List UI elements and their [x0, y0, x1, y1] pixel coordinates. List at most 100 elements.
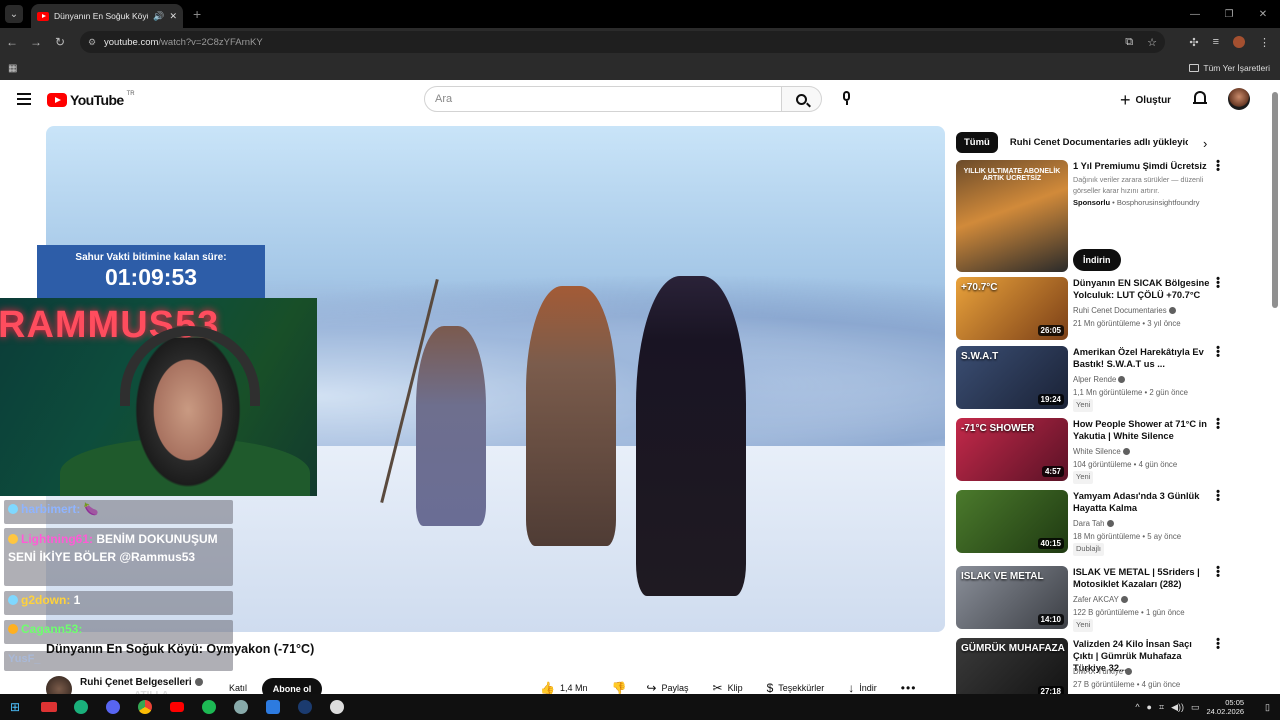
search-input[interactable]: Ara	[424, 86, 782, 112]
video-thumbnail[interactable]: GÜMRÜK MUHAFAZA 27:18	[956, 638, 1068, 701]
more-actions-icon[interactable]: •••	[901, 681, 917, 695]
search-placeholder: Ara	[435, 93, 453, 105]
video-title[interactable]: Dünyanın EN SICAK Bölgesine Yolculuk: LU…	[1073, 277, 1213, 301]
video-badge: Yeni	[1073, 471, 1094, 484]
video-title[interactable]: How People Shower at 71°C in Yakutia | W…	[1073, 418, 1213, 442]
taskbar-app-icon[interactable]	[324, 697, 350, 717]
clock-date: 24.02.2026	[1206, 707, 1245, 716]
reload-icon[interactable]: ↻	[48, 35, 72, 49]
ad-title[interactable]: 1 Yıl Premiumu Şimdi Ücretsiz	[1073, 160, 1213, 172]
sponsored-ad[interactable]: YILLIK ULTIMATE ABONELİK ARTIK ÜCRETSİZ …	[956, 160, 1266, 272]
tab-close-icon[interactable]: ✕	[169, 11, 177, 22]
more-options-icon[interactable]	[1215, 277, 1221, 289]
youtube-logo[interactable]: YouTube TR	[47, 91, 135, 108]
page-scrollbar[interactable]	[1272, 92, 1278, 308]
bookmark-star-icon[interactable]: ☆	[1147, 36, 1157, 49]
join-button[interactable]: Katıl	[229, 683, 247, 693]
channel-name[interactable]: Dara Tah	[1073, 519, 1105, 528]
chrome-icon[interactable]	[132, 697, 158, 717]
video-thumbnail[interactable]: ISLAK VE METAL 14:10	[956, 566, 1068, 629]
windows-start-icon[interactable]: ⊞	[10, 700, 30, 714]
video-thumbnail[interactable]: 40:15	[956, 490, 1068, 553]
recommended-video[interactable]: ISLAK VE METAL 14:10 ISLAK VE METAL | 5Sri…	[956, 566, 1266, 632]
share-button[interactable]: ↪ Paylaş	[646, 681, 688, 695]
download-button[interactable]: ↓ İndir	[848, 681, 877, 695]
cast-icon[interactable]: ⧉	[1125, 36, 1133, 49]
keyboard-icon[interactable]: ▭	[1191, 702, 1200, 713]
media-control-icon[interactable]: ≡	[1213, 36, 1219, 48]
forward-icon[interactable]: →	[24, 35, 48, 49]
channel-name[interactable]: Ruhi Cenet Documentaries	[1073, 306, 1167, 315]
more-options-icon[interactable]	[1215, 566, 1221, 578]
like-button[interactable]: 👍 1,4 Mn	[540, 681, 587, 695]
clock[interactable]: 05:05 24.02.2026	[1207, 698, 1245, 716]
browser-menu-icon[interactable]: ⋮	[1259, 36, 1270, 49]
video-thumbnail[interactable]: +70.7°C 26:05	[956, 277, 1068, 340]
taskbar-app-icon[interactable]	[260, 697, 286, 717]
more-options-icon[interactable]	[1215, 418, 1221, 430]
spotify-icon[interactable]	[196, 697, 222, 717]
recommended-video[interactable]: +70.7°C 26:05 Dünyanın EN SICAK Bölgesine …	[956, 277, 1266, 340]
video-duration: 4:57	[1041, 466, 1064, 477]
channel-name[interactable]: White Silence	[1073, 447, 1121, 456]
video-title[interactable]: Yamyam Adası'nda 3 Günlük Hayatta Kalma	[1073, 490, 1213, 514]
clip-button[interactable]: ✂ Klip	[713, 681, 743, 695]
thanks-button[interactable]: $ Teşekkürler	[767, 681, 825, 695]
ad-thumbnail[interactable]: YILLIK ULTIMATE ABONELİK ARTIK ÜCRETSİZ	[956, 160, 1068, 272]
channel-name[interactable]: Zafer AKCAY	[1073, 595, 1119, 604]
new-tab-icon[interactable]: +	[193, 6, 201, 22]
more-options-icon[interactable]	[1215, 638, 1221, 650]
back-icon[interactable]: ←	[0, 35, 24, 49]
chip-uploader[interactable]: Ruhi Cenet Documentaries adlı yükleyicid…	[1010, 137, 1188, 148]
menu-hamburger-icon[interactable]	[17, 93, 31, 108]
volume-icon[interactable]: ◀))	[1171, 702, 1184, 713]
account-avatar[interactable]	[1228, 88, 1250, 110]
steam-icon[interactable]	[292, 697, 318, 717]
network-icon[interactable]: ⌗	[1159, 702, 1164, 713]
search-button[interactable]	[782, 86, 822, 112]
minimize-icon[interactable]: —	[1178, 9, 1212, 20]
tray-chevron-icon[interactable]: ^	[1135, 702, 1139, 712]
address-bar[interactable]: ⚙ youtube.com/watch?v=2C8zYFArnKY ⧉ ☆	[80, 31, 1165, 53]
site-info-icon[interactable]: ⚙	[88, 37, 104, 48]
channel-name[interactable]: Ruhi Çenet Belgeselleri	[80, 677, 203, 688]
video-thumbnail[interactable]: S.W.A.T 19:24	[956, 346, 1068, 409]
dislike-button[interactable]: 👎	[611, 681, 626, 695]
recommended-video[interactable]: -71°C SHOWER 4:57 How People Shower at 71°…	[956, 418, 1266, 484]
chip-all[interactable]: Tümü	[956, 131, 998, 153]
download-icon: ↓	[848, 681, 855, 695]
recommended-video[interactable]: 40:15 Yamyam Adası'nda 3 Günlük Hayatta K…	[956, 490, 1266, 556]
notifications-bell-icon[interactable]	[1193, 91, 1207, 107]
channel-name[interactable]: Alper Rende	[1073, 375, 1116, 384]
more-options-icon[interactable]	[1215, 490, 1221, 502]
taskbar-app-icon[interactable]	[68, 697, 94, 717]
browser-tab-active[interactable]: Dünyanın En Soğuk Köyü: O 🔊 ✕	[31, 4, 183, 28]
recommended-video[interactable]: S.W.A.T 19:24 Amerikan Özel Harekâtıyla Ev…	[956, 346, 1266, 412]
audio-playing-icon[interactable]: 🔊	[153, 11, 164, 22]
chat-user: Lightning61:	[21, 532, 93, 546]
taskbar-app-icon[interactable]	[36, 697, 62, 717]
taskbar-app-icon[interactable]	[100, 697, 126, 717]
profile-avatar-icon[interactable]	[1233, 36, 1245, 48]
maximize-icon[interactable]: ❐	[1212, 9, 1246, 20]
youtube-taskbar-icon[interactable]	[164, 697, 190, 717]
video-title[interactable]: ISLAK VE METAL | 5Sriders | Motosiklet K…	[1073, 566, 1213, 590]
all-bookmarks-button[interactable]: Tüm Yer İşaretleri	[1189, 63, 1270, 73]
extensions-icon[interactable]: ✣	[1189, 36, 1198, 49]
tab-search-icon[interactable]: ⌄	[5, 5, 23, 23]
taskbar-app-icon[interactable]	[228, 697, 254, 717]
notification-center-icon[interactable]: ▯	[1265, 702, 1270, 713]
more-options-icon[interactable]	[1215, 160, 1221, 172]
recommended-video[interactable]: GÜMRÜK MUHAFAZA 27:18 Valizden 24 Kilo İns…	[956, 638, 1266, 701]
create-button[interactable]: + Oluştur	[1120, 90, 1171, 110]
video-title[interactable]: Amerikan Özel Harekâtıyla Ev Bastık! S.W…	[1073, 346, 1213, 370]
chevron-right-icon[interactable]: ›	[1203, 136, 1207, 151]
channel-name[interactable]: DMAX Türkiye	[1073, 667, 1123, 676]
apps-grid-icon[interactable]: ▦	[8, 63, 17, 74]
voice-search-icon[interactable]	[842, 91, 851, 107]
ad-download-button[interactable]: İndirin	[1073, 249, 1121, 271]
mic-tray-icon[interactable]: ●	[1147, 702, 1152, 712]
more-options-icon[interactable]	[1215, 346, 1221, 358]
video-thumbnail[interactable]: -71°C SHOWER 4:57	[956, 418, 1068, 481]
close-window-icon[interactable]: ✕	[1246, 9, 1280, 20]
